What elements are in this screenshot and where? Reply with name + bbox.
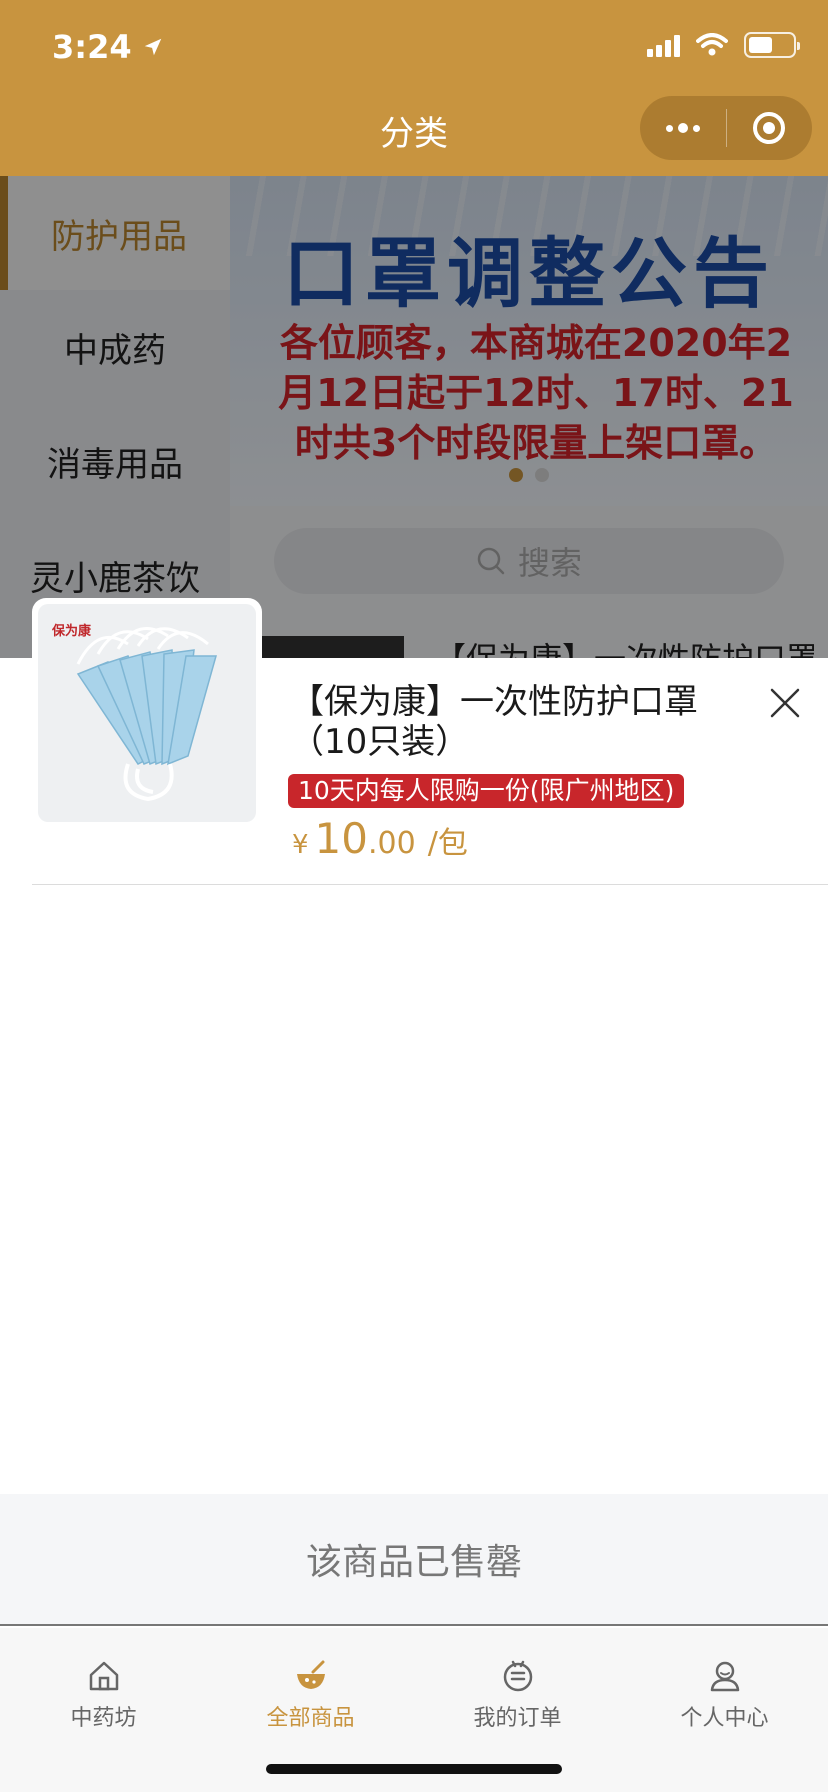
- price-unit: /包: [427, 826, 468, 861]
- battery-icon: [744, 32, 800, 58]
- more-button[interactable]: [640, 96, 726, 160]
- tab-label: 全部商品: [266, 1706, 355, 1731]
- product-image: 保为康: [32, 598, 262, 828]
- sold-out-button[interactable]: 该商品已售罄: [0, 1494, 828, 1626]
- home-icon: [89, 1661, 118, 1691]
- medicine-bowl-icon: [296, 1660, 325, 1689]
- product-price: ¥ 10 .00 /包: [292, 814, 468, 863]
- purchase-limit-badge: 10天内每人限购一份(限广州地区): [288, 774, 685, 808]
- face-mask-illustration: [76, 627, 217, 802]
- product-photo: 保为康: [38, 604, 256, 822]
- more-dots-icon: [665, 123, 700, 133]
- status-time-text: 3:24: [52, 28, 132, 66]
- price-decimal: .00: [368, 826, 416, 861]
- order-icon: [503, 1660, 532, 1692]
- tab-label: 我的订单: [473, 1706, 562, 1731]
- target-circle-icon: [753, 112, 786, 144]
- sold-out-label: 该商品已售罄: [305, 1542, 522, 1583]
- location-arrow-icon: [144, 38, 161, 56]
- user-icon: [710, 1661, 739, 1692]
- status-icons: [647, 32, 800, 58]
- close-button[interactable]: [766, 684, 804, 722]
- tab-profile[interactable]: 个人中心: [621, 1628, 828, 1792]
- home-indicator[interactable]: [266, 1764, 562, 1774]
- status-time: 3:24: [52, 28, 164, 66]
- top-bar: 3:24 分类: [0, 0, 828, 176]
- price-currency: ¥: [292, 830, 309, 860]
- tab-home[interactable]: 中药坊: [0, 1628, 207, 1792]
- miniprogram-capsule: [640, 96, 812, 160]
- tab-label: 中药坊: [70, 1706, 137, 1731]
- product-name: 【保为康】一次性防护口罩（10只装）: [290, 682, 698, 762]
- divider: [32, 884, 828, 885]
- cellular-signal-icon: [647, 33, 680, 57]
- price-integer: 10: [314, 814, 368, 863]
- wifi-icon: [696, 33, 728, 56]
- close-miniprogram-button[interactable]: [727, 96, 813, 160]
- tab-label: 个人中心: [680, 1706, 769, 1731]
- close-icon: [770, 688, 800, 718]
